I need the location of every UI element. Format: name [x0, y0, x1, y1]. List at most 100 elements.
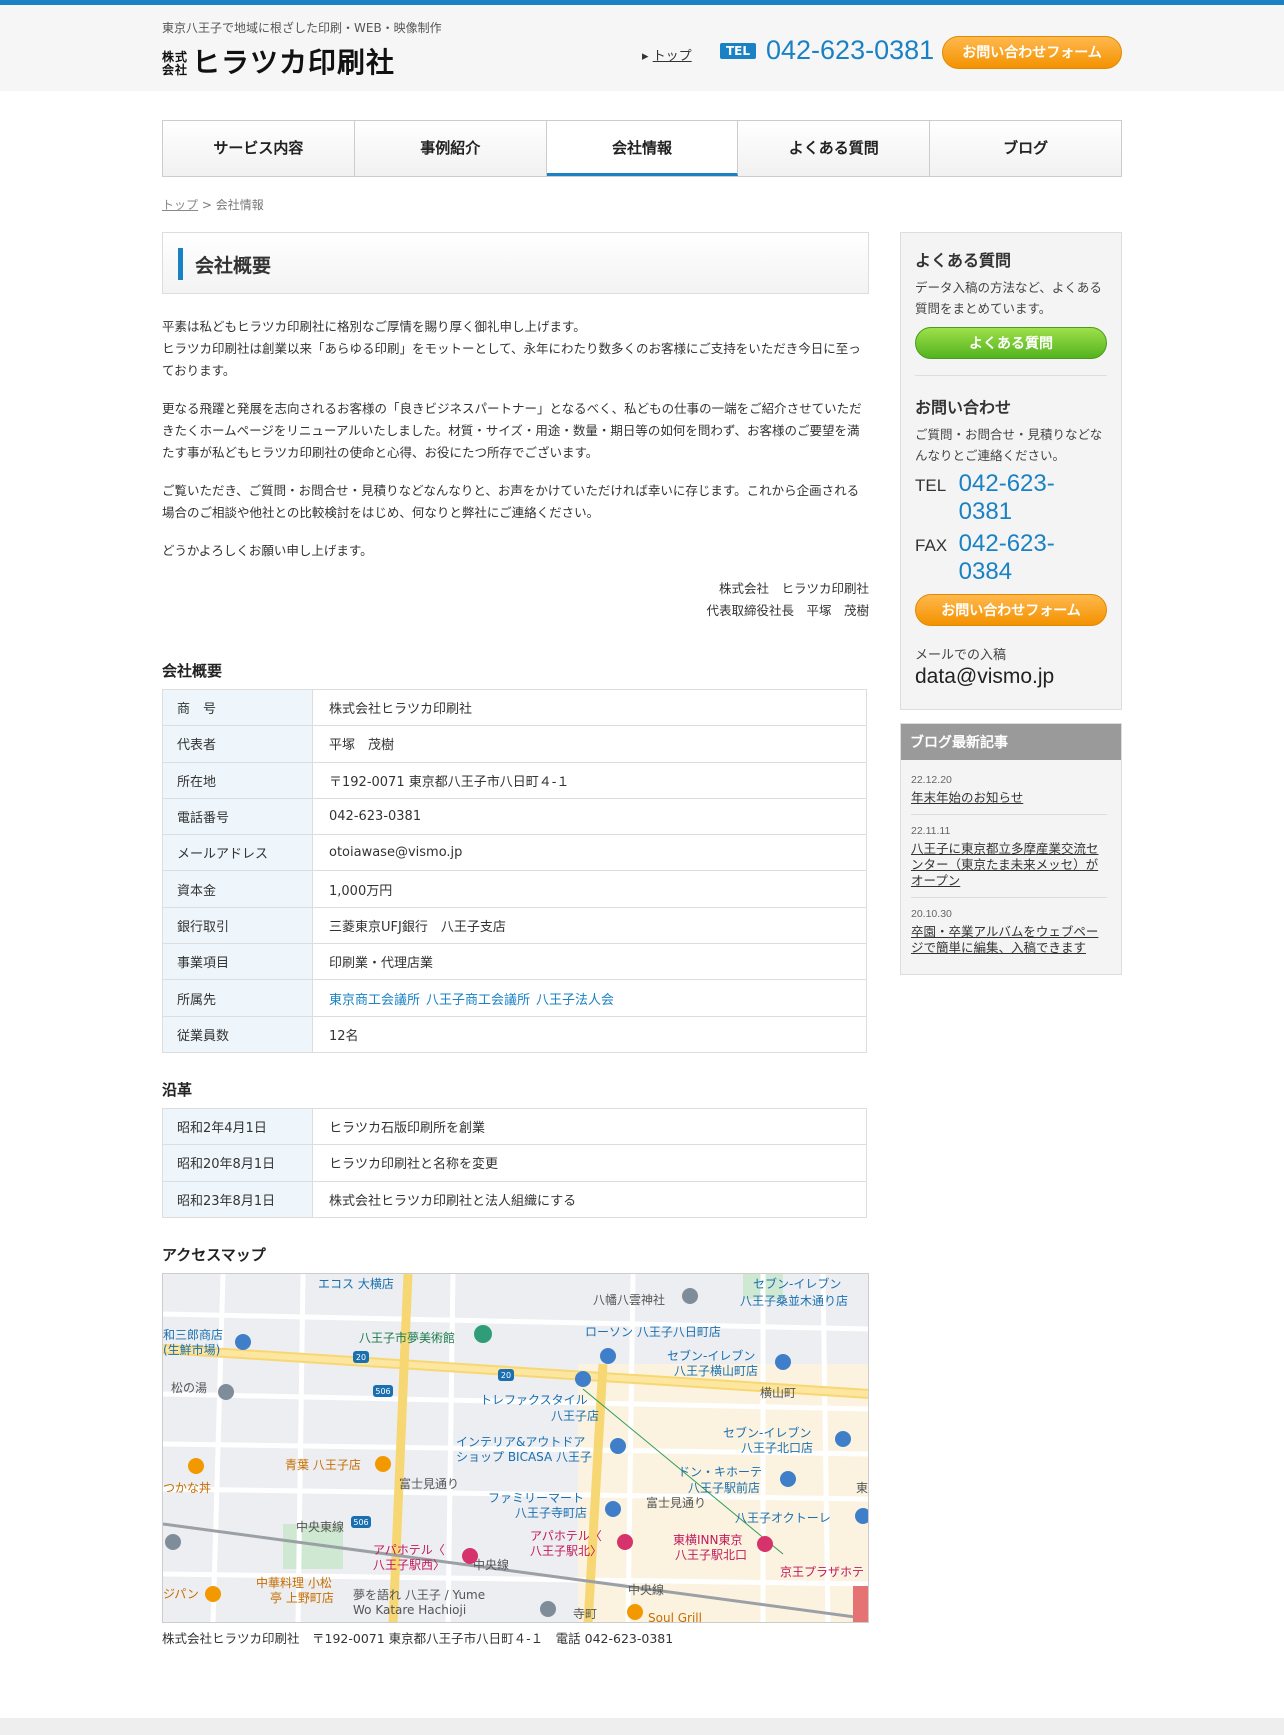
table-row: 代表者 平塚 茂樹	[162, 725, 867, 763]
map-label: インテリア&アウトドア	[456, 1435, 585, 1449]
blog-date: 22.11.11	[911, 825, 951, 837]
table-value: 株式会社ヒラツカ印刷社	[312, 688, 867, 727]
blog-post-link[interactable]: 年末年始のお知らせ	[911, 790, 1107, 806]
history-event: 株式会社ヒラツカ印刷社と法人組織にする	[312, 1180, 867, 1218]
table-row: 事業項目 印刷業・代理店業	[162, 943, 867, 981]
signature-person: 代表取締役社長 平塚 茂樹	[706, 603, 869, 618]
sidebar-fax-row: FAX 042-623-0384	[915, 530, 1107, 586]
table-row: メールアドレス otoiawase@vismo.jp	[162, 834, 867, 872]
link-hachioji-chamber[interactable]: 八王子商工会議所	[426, 993, 530, 1008]
tel-badge: TEL	[720, 43, 757, 59]
route-number: 20	[501, 1371, 511, 1380]
map-label: 東横INN東京	[673, 1533, 743, 1547]
blog-post-link[interactable]: 卒園・卒業アルバムをウェブページで簡単に編集、入稿できます	[911, 924, 1107, 956]
sidebar-tel-row: TEL 042-623-0381	[915, 470, 1107, 526]
intro-paragraph: どうかよろしくお願い申し上げます。	[162, 543, 373, 558]
map-label: (生鮮市場)	[163, 1342, 220, 1357]
breadcrumb-current: 会社情報	[215, 198, 264, 212]
table-label: 代表者	[162, 725, 313, 763]
route-number: 506	[353, 1518, 368, 1527]
table-row: 昭和20年8月1日 ヒラツカ印刷社と名称を変更	[162, 1144, 867, 1182]
blog-list: 22.12.20 年末年始のお知らせ 22.11.11 八王子に東京都立多摩産業…	[901, 760, 1121, 974]
nav-services[interactable]: サービス内容	[163, 121, 355, 176]
sidebar-faq-title: よくある質問	[915, 251, 1012, 270]
signature: 株式会社 ヒラツカ印刷社 代表取締役社長 平塚 茂樹	[162, 578, 869, 622]
map-label: ドン・キホーテ	[678, 1465, 762, 1479]
access-section-title: アクセスマップ	[162, 1245, 266, 1264]
table-label: 所在地	[162, 761, 313, 799]
map-label: 八王子駅北口	[675, 1548, 747, 1562]
table-value: otoiawase@vismo.jp	[312, 834, 867, 872]
site-logo[interactable]: 株式会社 ヒラツカ印刷社	[162, 41, 395, 81]
map-label: 京王プラザホテ	[780, 1565, 864, 1579]
sidebar-contact-title: お問い合わせ	[915, 398, 1012, 417]
map-label: ローソン 八王子八日町店	[585, 1325, 721, 1339]
access-map[interactable]: エコス 大横店 八幡八雲神社 セブン-イレブン 八王子桑並木通り店 和三郎商店 …	[162, 1272, 869, 1623]
sidebar-contact-button[interactable]: お問い合わせフォーム	[915, 594, 1107, 626]
table-value: 印刷業・代理店業	[312, 943, 867, 981]
breadcrumb-home[interactable]: トップ	[162, 198, 198, 212]
table-label: 資本金	[162, 870, 313, 908]
blog-item: 22.11.11 八王子に東京都立多摩産業交流センター（東京たま未来メッセ）がオ…	[911, 815, 1107, 898]
history-table: 昭和2年4月1日 ヒラツカ石版印刷所を創業 昭和20年8月1日 ヒラツカ印刷社と名称…	[162, 1107, 867, 1218]
blog-post-link[interactable]: 八王子に東京都立多摩産業交流センター（東京たま未来メッセ）がオープン	[911, 841, 1107, 889]
history-date: 昭和20年8月1日	[162, 1144, 313, 1182]
header-contact-button[interactable]: お問い合わせフォーム	[942, 36, 1122, 69]
history-date: 昭和2年4月1日	[162, 1107, 313, 1146]
intro-text: 平素は私どもヒラツカ印刷社に格別なご厚情を賜り厚く御礼申し上げます。 ヒラツカ印…	[162, 316, 869, 562]
blog-box: ブログ最新記事 22.12.20 年末年始のお知らせ 22.11.11 八王子に…	[900, 723, 1122, 975]
header-tel: 042-623-0381	[766, 35, 935, 65]
map-label: 八王子店	[551, 1409, 599, 1423]
blog-title: ブログ最新記事	[901, 724, 1121, 760]
link-hachioji-corp-assoc[interactable]: 八王子法人会	[536, 993, 614, 1008]
map-label: 八王子市夢美術館	[359, 1330, 455, 1345]
table-label: 従業員数	[162, 1015, 313, 1053]
sidebar-faq-text: データ入稿の方法など、よくある質問をまとめています。	[915, 280, 1102, 316]
table-row: 昭和2年4月1日 ヒラツカ石版印刷所を創業	[162, 1107, 867, 1146]
logo-small-text: 株式会社	[162, 50, 189, 77]
map-label: 八王子北口店	[741, 1441, 813, 1455]
table-row: 商 号株式会社ヒラツカ印刷社	[162, 688, 867, 727]
faq-button[interactable]: よくある質問	[915, 327, 1107, 359]
mail-address[interactable]: data@vismo.jp	[915, 665, 1107, 689]
table-value: 平塚 茂樹	[312, 725, 867, 763]
table-label: 電話番号	[162, 797, 313, 836]
map-label: セブン-イレブン	[753, 1276, 841, 1291]
nav-faq[interactable]: よくある質問	[738, 121, 931, 176]
map-label: Wo Katare Hachioji	[353, 1603, 466, 1617]
map-label: 富士見通り	[646, 1495, 706, 1510]
map-label: 八幡八雲神社	[593, 1292, 665, 1307]
map-label: 八王子オクトーレ	[735, 1511, 831, 1525]
header-top-link[interactable]: ▸ トップ	[642, 45, 692, 64]
sidebar-fax: 042-623-0384	[958, 530, 1055, 585]
table-row: 所属先 東京商工会議所 八王子商工会議所 八王子法人会	[162, 979, 867, 1017]
link-tokyo-chamber[interactable]: 東京商工会議所	[329, 993, 420, 1008]
blog-item: 22.12.20 年末年始のお知らせ	[911, 764, 1107, 815]
sidebar-info-box: よくある質問 データ入稿の方法など、よくある質問をまとめています。 よくある質問…	[900, 232, 1122, 710]
map-label: 中華料理 小松	[256, 1575, 332, 1590]
table-row: 銀行取引 三菱東京UFJ銀行 八王子支店	[162, 906, 867, 945]
company-table: 商 号株式会社ヒラツカ印刷社 代表者 平塚 茂樹 所在地 〒192-0071 東京都…	[162, 688, 867, 1053]
tagline: 東京八王子で地域に根ざした印刷・WEB・映像制作	[162, 21, 442, 35]
nav-company[interactable]: 会社情報	[546, 121, 739, 176]
map-label: 八王子横山町店	[674, 1364, 758, 1378]
map-label: Soul Grill	[648, 1611, 702, 1623]
map-label: セブン-イレブン	[723, 1425, 811, 1440]
footer-bar	[0, 1718, 1284, 1735]
map-label: ショップ BICASA 八王子	[456, 1450, 592, 1464]
blog-date: 22.12.20	[911, 774, 952, 786]
intro-paragraph: ご覧いただき、ご質問・お問合せ・見積りなどなんなりと、お声をかけていただければ幸…	[162, 483, 860, 520]
history-event: ヒラツカ印刷社と名称を変更	[312, 1144, 867, 1182]
route-number: 506	[375, 1387, 390, 1396]
table-row: 資本金 1,000万円	[162, 870, 867, 908]
top-link[interactable]: トップ	[653, 49, 692, 64]
nav-blog[interactable]: ブログ	[930, 121, 1121, 176]
table-value: 042-623-0381	[312, 797, 867, 836]
map-label: 寺町	[573, 1607, 597, 1621]
map-label: 八王子寺町店	[515, 1506, 587, 1520]
table-label: メールアドレス	[162, 834, 313, 872]
table-value: 12名	[312, 1015, 867, 1053]
map-label: 八王子駅前店	[688, 1480, 760, 1495]
nav-cases[interactable]: 事例紹介	[355, 121, 547, 176]
sidebar-tel: 042-623-0381	[958, 470, 1055, 525]
